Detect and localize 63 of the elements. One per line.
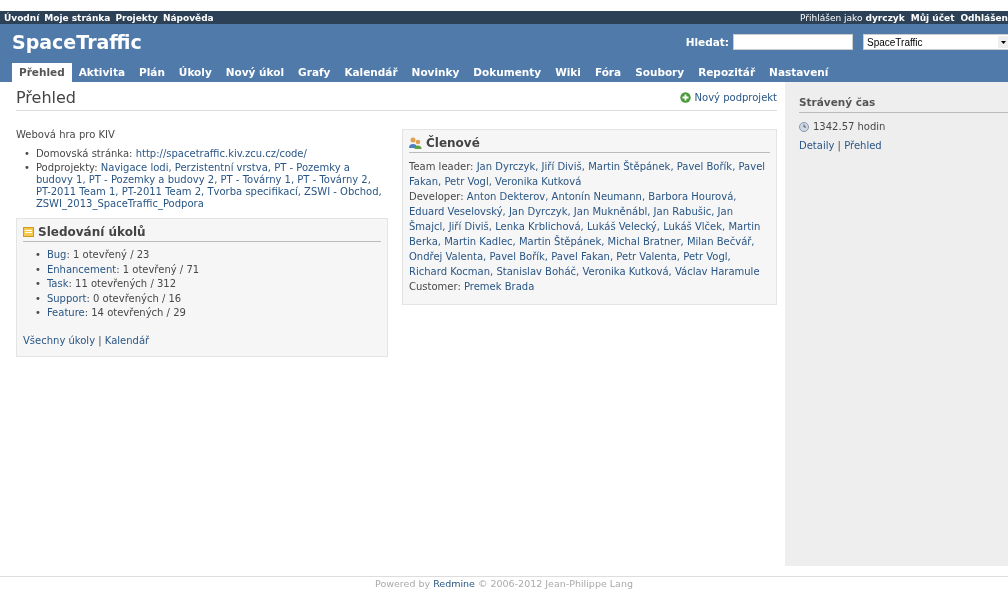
tracker-counts: : 11 otevřených / 312 [68,278,176,289]
tab[interactable]: Wiki [548,63,588,82]
tracker-link[interactable]: Feature [46,307,85,318]
new-subproject-link[interactable]: Nový podprojekt [694,92,777,103]
tab[interactable]: Přehled [12,63,72,82]
tracker-link[interactable]: Task [46,278,69,289]
bullet: • [35,306,41,320]
folder-icon [23,227,34,237]
search-label: Hledat: [685,36,729,48]
bullet: • [24,148,30,160]
issues-link[interactable]: Kalendář [104,334,150,346]
account-link[interactable]: Můj účet [910,12,955,23]
tab[interactable]: Úkoly [171,63,219,82]
tracker-counts: : 1 otevřený / 71 [116,263,200,275]
tab[interactable]: Aktivita [71,63,132,82]
info-item: Domovská stránka: http://spacetraffic.kiv.zcu.cz/code/ [35,148,307,160]
member-row-text: Developer: Anton Dekterov, Antonín Neumann, Barbora Hourová, Eduard Veselovský, Jan Dyrczyk, Jan Mukněnábl, Jan Rabušic, Jan Šmajcl, Jiří Diviš, Lenka Krblichová, Lukáš Velecký, Lukáš Vlček, Martin Berka, Martin Kadlec, Martin Štěpánek, Michal Bratner, Milan Bečvář, Ondřej Valenta, Pavel Bořík, Pavel Fakan, Petr Valenta, Petr Vogl, Richard Kocman, Stanislav Boháč, Veronika Kutková, Václav Haramule [409,190,762,279]
top-menu-link[interactable]: Úvodní [4,12,40,23]
tracker-counts: : 14 otevřených / 29 [84,307,186,318]
tab[interactable]: Novinky [404,63,467,82]
top-menu-link[interactable]: Nápověda [162,12,214,23]
tab[interactable]: Nastavení [762,63,836,82]
tab[interactable]: Plán [132,63,172,82]
member-row-text: Team leader: Jan Dyrczyk, Jiří Diviš, Martin Štěpánek, Pavel Bořík, Pavel Fakan, Petr Vogl, Veronika Kutková [409,159,767,189]
bullet: • [35,262,41,277]
tab[interactable]: Fóra [587,63,629,82]
tab[interactable]: Kalendář [337,63,405,82]
tab[interactable]: Grafy [291,63,338,82]
sidebar-title: Strávený čas [799,96,1008,113]
separator: | [98,334,102,346]
project-title: SpaceTraffic [12,31,143,53]
account-link[interactable]: Odhlášen [960,12,1008,23]
people-icon [409,137,422,149]
project-select[interactable]: SpaceTraffic [863,34,1008,50]
redmine-link[interactable]: Redmine [433,578,475,589]
tracker-counts: : 0 otevřených / 16 [86,292,182,304]
panel-title: Sledování úkolů [38,225,146,239]
member-row-text: Customer: Premek Brada [409,280,536,294]
tracker-counts: : 1 otevřený / 23 [66,249,150,260]
tab[interactable]: Soubory [628,63,692,82]
issues-link[interactable]: Všechny úkoly [23,334,96,346]
info-item: Podprojekty: Navigace lodi, Perzistentní vrstva, PT - Pozemky a budovy 1, PT - Pozemky a budovy 2, PT - Továrny 1, PT - Továrny 2, PT-2011 Team 1, PT-2011 Team 2, Tvorba specifikací, ZSWI - Obchod, ZSWI_2013_SpaceTraffic_Podpora [35,162,383,210]
spent-time: 1342.57 hodin [813,121,886,132]
sidebar-link[interactable]: Přehled [844,140,882,151]
sidebar-link[interactable]: Detaily [799,140,835,151]
footer-text: Powered by Redmine © 2006-2012 Jean-Philippe Lang [0,576,1008,590]
tab[interactable]: Dokumenty [466,63,549,82]
bullet: • [35,277,41,291]
tab[interactable]: Repozitář [691,63,763,82]
panel-title: Členové [426,136,480,150]
plus-icon [679,92,691,103]
separator: | [837,140,841,151]
page-title: Přehled [16,88,78,107]
bullet: • [35,248,41,262]
bullet: • [24,162,30,175]
top-menu-link[interactable]: Projekty [115,12,158,23]
top-menu-link[interactable]: Moje stránka [44,12,111,23]
project-description: Webová hra pro KIV [16,129,116,140]
logged-in-text: Přihlášen jako dyrczyk [800,12,905,23]
bullet: • [35,291,41,306]
clock-icon [799,121,809,132]
tab[interactable]: Nový úkol [218,63,292,82]
search-field[interactable] [733,34,853,50]
